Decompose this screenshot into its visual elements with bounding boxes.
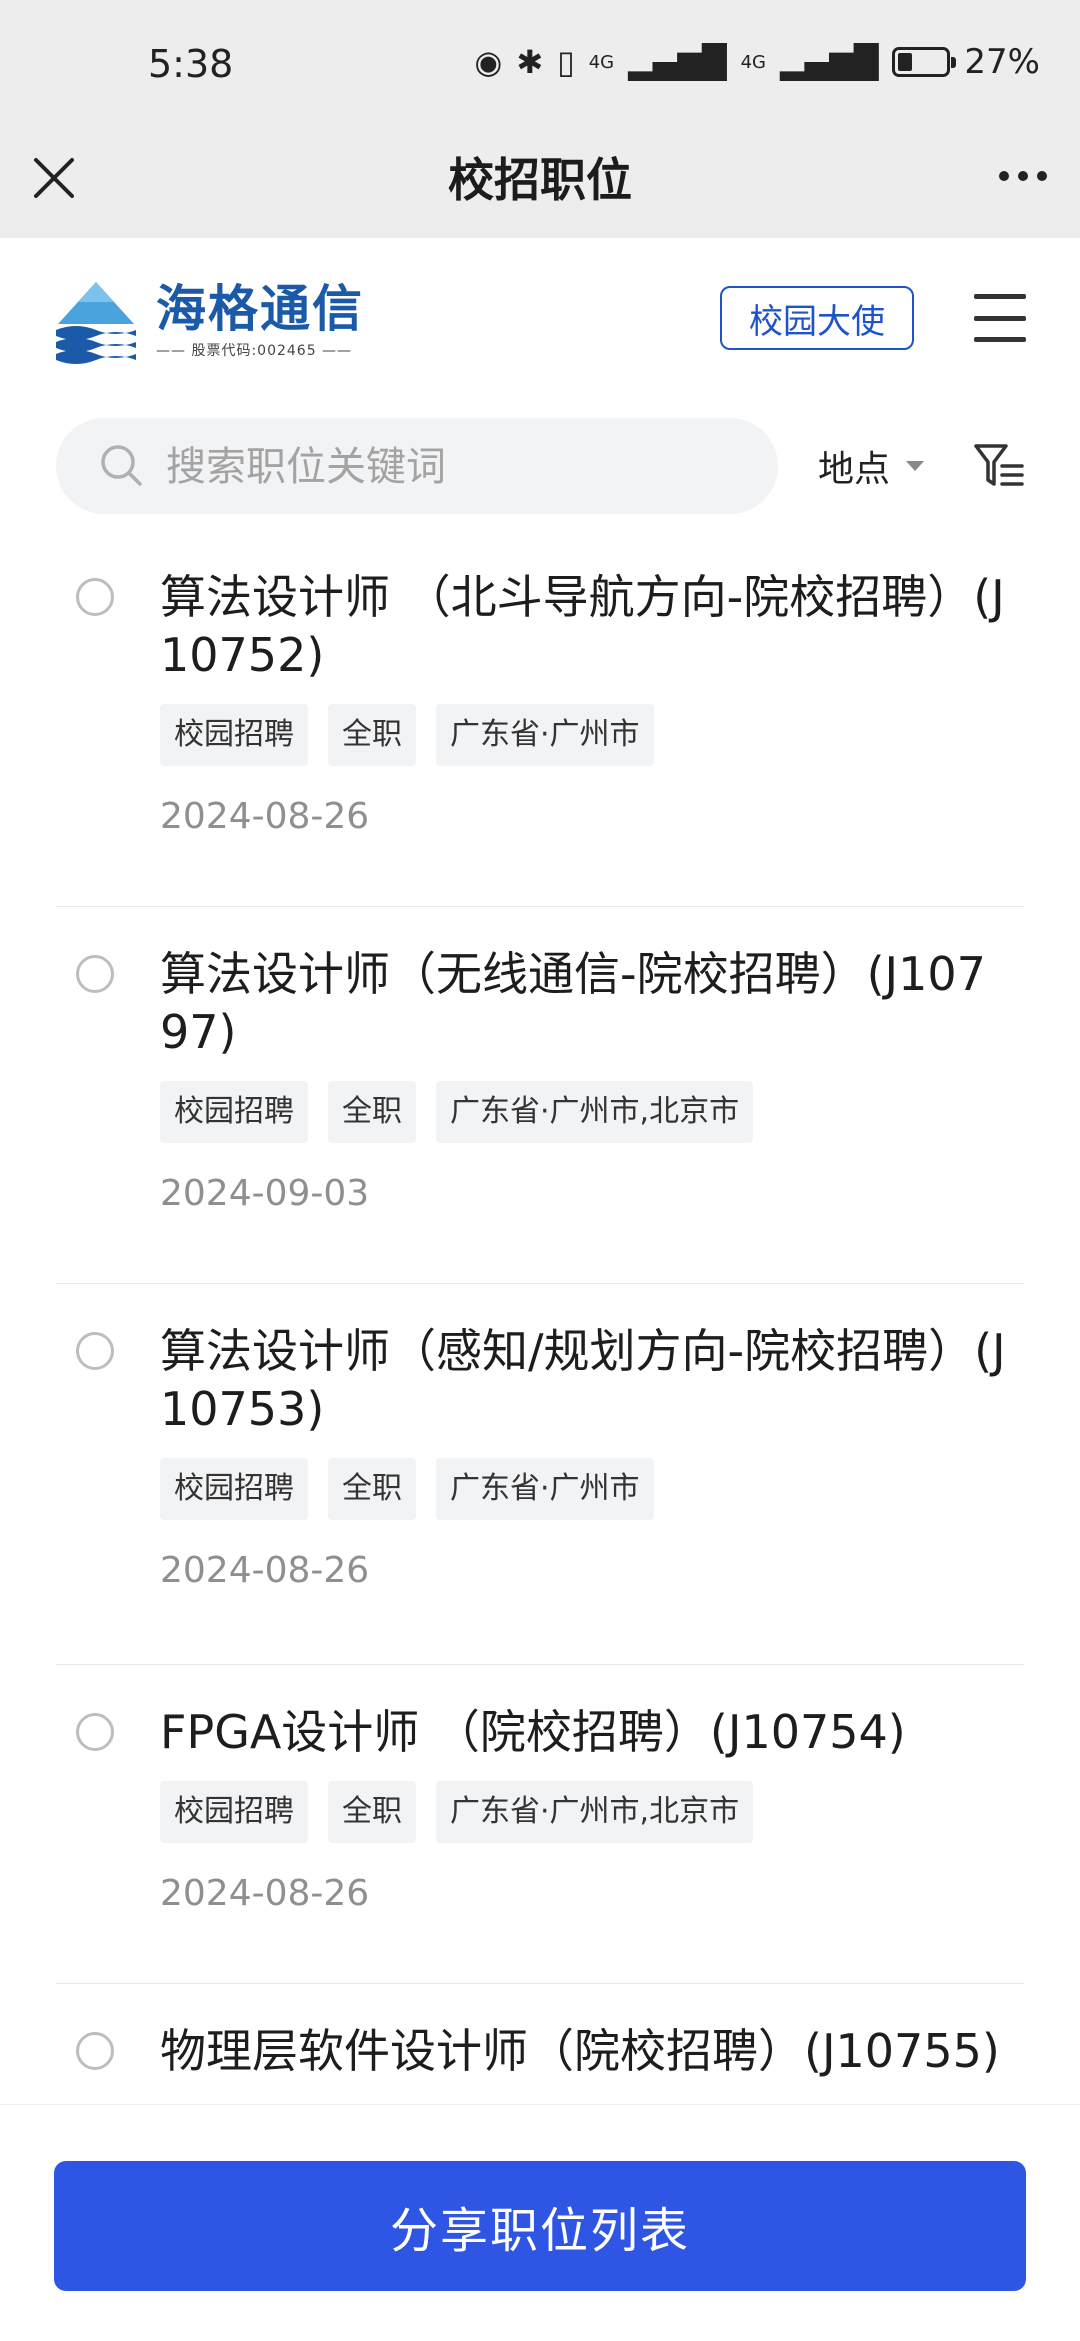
job-list: 算法设计师 （北斗导航方向-院校招聘）(J10752) 校园招聘 全职 广东省·… [0,552,1080,2184]
job-tag: 广东省·广州市,北京市 [436,1081,754,1143]
job-tag: 校园招聘 [160,1458,308,1520]
job-date: 2024-09-03 [160,1173,370,1214]
job-tag: 校园招聘 [160,704,308,766]
job-tag: 全职 [328,1458,416,1520]
job-tag: 全职 [328,1081,416,1143]
job-title[interactable]: 算法设计师 （北斗导航方向-院校招聘）(J10752) [160,568,1024,684]
job-select-radio[interactable] [76,1713,114,1751]
logo-name: 海格通信 [156,280,364,338]
battery-icon [892,47,957,77]
more-dot-icon [1018,171,1028,181]
job-tag: 广东省·广州市,北京市 [436,1781,754,1843]
signal-icon-2: ▂▄▆█ [779,43,879,81]
job-select-radio[interactable] [76,578,114,616]
job-list-item[interactable]: 算法设计师（感知/规划方向-院校招聘）(J10753) 校园招聘 全职 广东省·… [56,1284,1024,1665]
location-filter-label: 地点 [818,449,891,490]
job-list-item[interactable]: 算法设计师（无线通信-院校招聘）(J10797) 校园招聘 全职 广东省·广州市… [56,907,1024,1284]
job-tag: 广东省·广州市 [436,1458,654,1520]
more-dot-icon [1037,171,1047,181]
job-title[interactable]: 算法设计师（无线通信-院校招聘）(J10797) [160,945,1024,1061]
job-tags: 校园招聘 全职 广东省·广州市 [160,1458,1024,1520]
job-select-radio[interactable] [76,1332,114,1370]
search-input[interactable] [164,418,748,516]
job-title[interactable]: 算法设计师（感知/规划方向-院校招聘）(J10753) [160,1322,1024,1438]
job-tag: 全职 [328,1781,416,1843]
status-time: 5:38 [148,42,234,86]
search-icon [101,445,142,486]
job-title[interactable]: 物理层软件设计师（院校招聘）(J10755) [160,2022,1024,2080]
job-select-radio[interactable] [76,2032,114,2070]
bluetooth-icon: ✱ [516,43,544,81]
job-tag: 全职 [328,704,416,766]
job-tag: 校园招聘 [160,1081,308,1143]
job-tags: 校园招聘 全职 广东省·广州市 [160,704,1024,766]
job-tag: 广东省·广州市 [436,704,654,766]
job-list-item[interactable]: FPGA设计师 （院校招聘）(J10754) 校园招聘 全职 广东省·广州市,北… [56,1665,1024,1984]
caret-down-icon [906,461,925,471]
job-tags: 校园招聘 全职 广东省·广州市,北京市 [160,1081,1024,1143]
menu-line-icon [974,337,1026,342]
brand-header: 海格通信 —— 股票代码:002465 —— 校园大使 [0,238,1080,388]
logo-stock-code: —— 股票代码:002465 —— [156,343,353,359]
more-options-button[interactable] [988,146,1058,206]
job-title[interactable]: FPGA设计师 （院校招聘）(J10754) [160,1703,1024,1761]
network-label-2: 4G [740,51,766,73]
page-title: 校招职位 [448,153,632,207]
share-job-list-button[interactable]: 分享职位列表 [54,2161,1026,2291]
title-bar: 校招职位 [0,128,1080,238]
job-select-radio[interactable] [76,955,114,993]
status-icons: ◉ ✱ ▯ 4G ▂▄▆█ 4G ▂▄▆█ 27% [474,42,1040,82]
job-list-item[interactable]: 算法设计师 （北斗导航方向-院校招聘）(J10752) 校园招聘 全职 广东省·… [56,552,1024,907]
more-dot-icon [999,171,1009,181]
job-date: 2024-08-26 [160,1873,370,1914]
job-tag: 校园招聘 [160,1781,308,1843]
filter-icon[interactable] [972,440,1026,494]
location-filter-dropdown[interactable]: 地点 [818,440,925,492]
job-date: 2024-08-26 [160,1550,370,1591]
menu-line-icon [974,315,1026,321]
network-label-1: 4G [588,51,615,73]
campus-ambassador-button[interactable]: 校园大使 [720,286,914,350]
battery-percent: 27% [964,42,1040,82]
company-logo[interactable]: 海格通信 —— 股票代码:002465 —— [52,278,364,364]
job-date: 2024-08-26 [160,796,370,837]
hamburger-menu-button[interactable] [974,294,1026,342]
status-bar: 5:38 ◉ ✱ ▯ 4G ▂▄▆█ 4G ▂▄▆█ 27% [0,0,1080,128]
menu-line-icon [974,294,1026,299]
vibrate-icon: ▯ [557,43,575,81]
search-row: 地点 [0,418,1080,518]
search-box[interactable] [56,418,778,516]
eye-icon: ◉ [474,43,503,81]
job-tags: 校园招聘 全职 广东省·广州市,北京市 [160,1781,1024,1843]
logo-mark-icon [56,282,136,364]
bottom-action-bar: 分享职位列表 [0,2104,1080,2341]
signal-icon: ▂▄▆█ [628,43,727,81]
